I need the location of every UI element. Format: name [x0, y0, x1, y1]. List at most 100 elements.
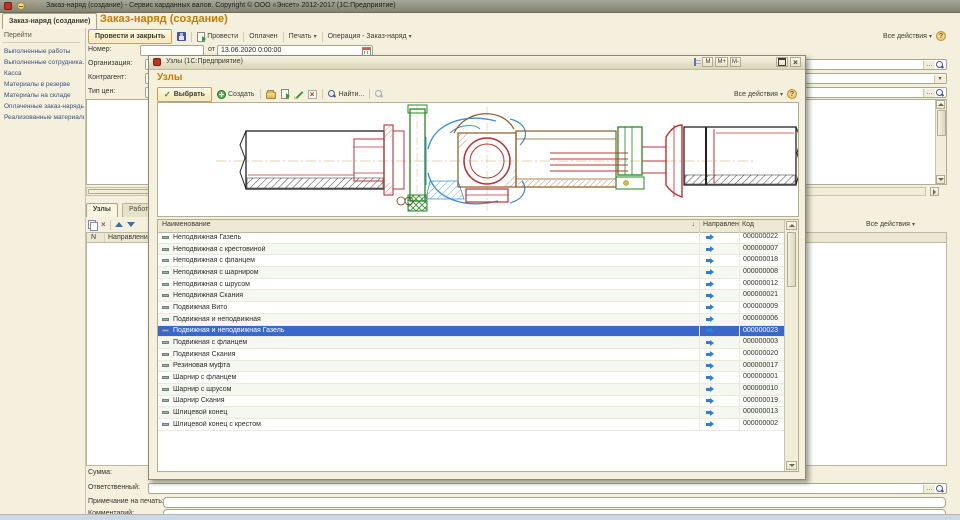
minimize-icon[interactable]: [17, 2, 25, 10]
node-code: 000000003: [739, 337, 785, 348]
search-icon[interactable]: [936, 61, 945, 70]
create-group-icon[interactable]: [266, 92, 276, 99]
dialog-table-row[interactable]: Неподвижная с крестовиной 000000007: [158, 244, 786, 256]
dialog-titlebar[interactable]: Узлы (1С:Предприятие) М М+ М- ×: [149, 56, 805, 70]
window-m-button[interactable]: М: [702, 57, 713, 67]
sum-label: Сумма:: [88, 469, 112, 476]
sidebar-item[interactable]: Реализованные материалы: [4, 112, 84, 123]
dialog-table-row[interactable]: Шарнир с фланцем 000000001: [158, 372, 786, 384]
node-code: 000000021: [739, 290, 785, 301]
scroll-right-button[interactable]: [930, 187, 939, 196]
post-button[interactable]: Провести: [197, 32, 238, 42]
sidebar-divider: [2, 42, 80, 43]
dialog-header: Узлы: [157, 72, 182, 83]
all-actions-button[interactable]: Все действия▾: [734, 91, 783, 98]
create-button[interactable]: Создать: [217, 90, 255, 99]
list-element-icon: [162, 306, 169, 309]
all-actions-button[interactable]: Все действия▾: [866, 221, 915, 228]
list-element-icon: [162, 353, 169, 356]
save-button[interactable]: [177, 32, 186, 41]
node-code: 000000022: [739, 232, 785, 243]
dialog-table-row[interactable]: Шарнир Скания 000000019: [158, 396, 786, 408]
sidebar-item[interactable]: Касса: [4, 68, 84, 79]
nodes-table: Наименование ↓ Направление Код Неподвижн…: [157, 219, 799, 472]
search-icon[interactable]: [936, 89, 945, 98]
help-icon[interactable]: ?: [936, 31, 946, 41]
dialog-table-row[interactable]: Неподвижная с шрусом 000000012: [158, 279, 786, 291]
upper-list-vscrollbar[interactable]: [935, 100, 946, 184]
sidebar-item[interactable]: Оплаченные заказ-наряды: [4, 101, 84, 112]
copy-item-icon[interactable]: [281, 89, 289, 99]
delete-mark-icon[interactable]: ×: [308, 90, 317, 99]
dialog-table-row[interactable]: Подвижная Скания 000000020: [158, 349, 786, 361]
list-element-icon: [162, 259, 169, 262]
direction-arrow-icon: [706, 316, 714, 322]
toolbar-separator: [322, 32, 323, 42]
list-element-icon: [162, 271, 169, 274]
post-and-close-button[interactable]: Провести и закрыть: [88, 29, 172, 44]
print-note-input[interactable]: [163, 497, 946, 508]
search-icon[interactable]: [936, 485, 945, 494]
sort-desc-icon: ↓: [692, 221, 696, 228]
direction-arrow-icon: [706, 281, 714, 287]
chevron-down-icon[interactable]: ▾: [934, 75, 945, 83]
move-down-icon[interactable]: [127, 222, 135, 227]
print-menu-button[interactable]: Печать▾: [289, 33, 317, 40]
dialog-table-row[interactable]: Шлицевой конец с крестом 000000002: [158, 419, 786, 431]
find-magnifier-icon: [328, 90, 337, 99]
print-note-label: Примечание на печать:: [88, 498, 164, 505]
all-actions-button[interactable]: Все действия▾: [883, 33, 932, 40]
find-button[interactable]: Найти...: [328, 90, 365, 99]
choose-button[interactable]: …: [923, 89, 935, 97]
close-button[interactable]: ×: [790, 57, 801, 67]
responsible-input[interactable]: …: [148, 483, 947, 494]
dialog-table-row[interactable]: Шарнир с шрусом 000000010: [158, 384, 786, 396]
post-document-icon: [197, 32, 205, 42]
sidebar-item[interactable]: Выполненные сотрудника...: [4, 57, 84, 68]
operation-menu-button[interactable]: Операция - Заказ-наряд▾: [328, 33, 412, 40]
window-m-plus-button[interactable]: М+: [715, 57, 728, 67]
sidebar-item[interactable]: Материалы в резерве: [4, 79, 84, 90]
home-icon[interactable]: ⌂: [30, 0, 40, 11]
dialog-table-row[interactable]: Резиновая муфта 000000017: [158, 361, 786, 373]
node-code: 000000017: [739, 361, 785, 372]
window-tool-icon[interactable]: [694, 58, 696, 66]
delete-row-icon[interactable]: ×: [101, 220, 106, 229]
all-actions-main: Все действия▾ ?: [883, 31, 946, 41]
choose-button[interactable]: …: [923, 485, 935, 493]
sidebar-item[interactable]: Выполненные работы: [4, 46, 84, 57]
direction-arrow-icon: [706, 398, 714, 404]
dialog-table-row[interactable]: Шлицевой конец 000000013: [158, 407, 786, 419]
node-name: Неподвижная с крестовиной: [173, 246, 265, 253]
node-name: Шарнир Скания: [173, 397, 225, 404]
dialog-table-row[interactable]: Неподвижная Скания 000000021: [158, 290, 786, 302]
help-icon[interactable]: ?: [787, 89, 797, 99]
node-name: Шлицевой конец: [173, 409, 227, 416]
copy-row-icon[interactable]: [88, 220, 97, 230]
direction-arrow-icon: [706, 375, 714, 381]
dialog-all-actions: Все действия▾ ?: [734, 89, 797, 99]
header-code: Код: [742, 221, 782, 228]
maximize-button[interactable]: [776, 57, 788, 67]
chevron-down-icon: ▾: [912, 221, 915, 228]
window-m-minus-button[interactable]: М-: [730, 57, 741, 67]
nodes-table-vscrollbar[interactable]: [784, 220, 798, 471]
tab-nodes[interactable]: Узлы: [86, 203, 118, 217]
dialog-table-row[interactable]: Неподвижная с фланцем 000000018: [158, 255, 786, 267]
choose-button[interactable]: …: [923, 61, 935, 69]
dialog-table-row[interactable]: Подвижная Вито 000000009: [158, 302, 786, 314]
paid-button[interactable]: Оплачен: [249, 33, 277, 40]
dialog-table-row[interactable]: Подвижная и неподвижная Газель 000000023: [158, 326, 786, 338]
date-prefix-label: от: [208, 46, 215, 53]
dialog-table-row[interactable]: Подвижная с фланцем 000000003: [158, 337, 786, 349]
list-element-icon: [162, 411, 169, 414]
clear-search-icon[interactable]: [375, 90, 384, 99]
dialog-table-row[interactable]: Неподвижная с шарниром 000000008: [158, 267, 786, 279]
dialog-table-row[interactable]: Подвижная и неподвижная 000000006: [158, 314, 786, 326]
tab-order-create[interactable]: Заказ-наряд (создание): [2, 13, 97, 29]
move-up-icon[interactable]: [115, 222, 123, 227]
select-button[interactable]: ✓ Выбрать: [157, 87, 212, 102]
edit-pencil-icon[interactable]: [294, 90, 303, 99]
dialog-table-row[interactable]: Неподвижная Газель 000000022: [158, 232, 786, 244]
sidebar-item[interactable]: Материалы на складе: [4, 90, 84, 101]
